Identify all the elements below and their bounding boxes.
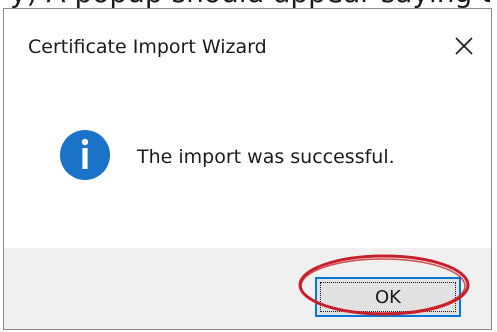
ok-button-label: OK <box>375 286 401 308</box>
info-icon <box>60 130 110 180</box>
screenshot: y) A popup should appear saying the impo… <box>0 0 497 332</box>
certificate-import-dialog: Certificate Import Wizard The import was… <box>3 8 492 330</box>
ok-button[interactable]: OK <box>315 277 461 317</box>
dialog-content: The import was successful. <box>4 73 491 248</box>
title-bar: Certificate Import Wizard <box>4 9 491 73</box>
dialog-title: Certificate Import Wizard <box>28 36 267 58</box>
close-button[interactable] <box>450 32 480 62</box>
dialog-message: The import was successful. <box>137 146 395 168</box>
close-icon <box>455 37 473 55</box>
dialog-footer: OK <box>4 248 491 329</box>
